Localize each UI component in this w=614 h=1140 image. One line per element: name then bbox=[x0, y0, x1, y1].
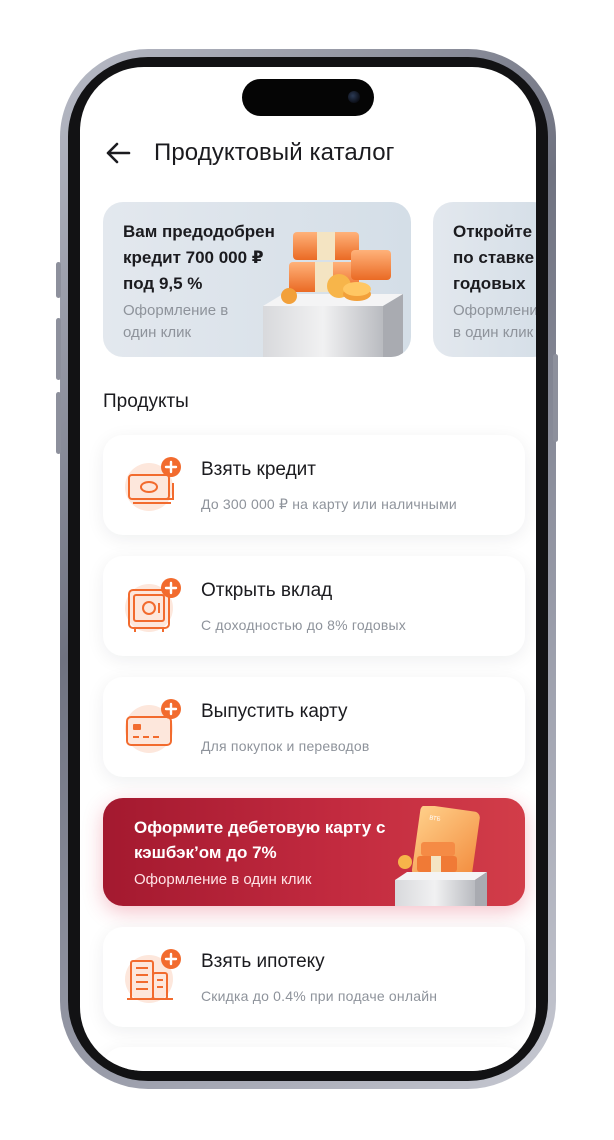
section-title: Продукты bbox=[103, 391, 189, 412]
banner-carousel[interactable]: Вам предодобрен кредит 700 000 ₽ под 9,5… bbox=[103, 202, 536, 357]
dynamic-island bbox=[242, 79, 374, 116]
phone-side-button bbox=[553, 354, 558, 442]
product-card-deposit[interactable]: Открыть вклад С доходностью до 8% годовы… bbox=[103, 556, 525, 656]
cash-plus-icon bbox=[123, 455, 183, 515]
product-subtitle: Скидка до 0.4% при подаче онлайн bbox=[201, 988, 438, 1004]
banner-title: Откройте по ставке годовых bbox=[453, 222, 535, 293]
product-card-card[interactable]: Выпустить карту Для покупок и переводов bbox=[103, 677, 525, 777]
safe-plus-icon bbox=[123, 576, 183, 636]
phone-side-button bbox=[56, 392, 61, 454]
promo-subtitle: Оформление в один клик bbox=[134, 871, 312, 888]
back-arrow-icon[interactable] bbox=[104, 139, 132, 167]
promo-title: Оформите дебетовую карту с кэшбэк’ом до … bbox=[134, 818, 386, 862]
phone-side-button bbox=[56, 262, 61, 298]
header: Продуктовый каталог bbox=[104, 133, 395, 173]
money-stack-illustration bbox=[263, 232, 403, 357]
product-title: Взять ипотеку bbox=[201, 951, 325, 972]
banner-subtitle: Оформление в один клик bbox=[453, 302, 536, 341]
product-subtitle: С доходностью до 8% годовых bbox=[201, 617, 407, 633]
product-title: Выпустить карту bbox=[201, 701, 348, 722]
product-card-loan[interactable]: Взять кредит До 300 000 ₽ на карту или н… bbox=[103, 435, 525, 535]
card-plus-icon bbox=[123, 697, 183, 757]
debit-card-illustration: ВТБ bbox=[395, 806, 487, 906]
product-subtitle: До 300 000 ₽ на карту или наличными bbox=[201, 496, 457, 512]
phone-side-button bbox=[56, 318, 61, 380]
product-title: Открыть вклад bbox=[201, 580, 333, 601]
banner-subtitle: Оформление в один клик bbox=[123, 302, 229, 341]
product-title: Взять кредит bbox=[201, 459, 316, 480]
page-title: Продуктовый каталог bbox=[154, 139, 395, 166]
product-card-mortgage[interactable]: Взять ипотеку Скидка до 0.4% при подаче … bbox=[103, 927, 525, 1027]
product-card-next[interactable] bbox=[103, 1047, 525, 1071]
banner-deposit-offer[interactable]: Откройте по ставке годовых Оформление в … bbox=[433, 202, 536, 357]
building-plus-icon bbox=[123, 947, 183, 1007]
app-screen: Продуктовый каталог Вам предодобрен кред… bbox=[80, 67, 536, 1071]
banner-loan-offer[interactable]: Вам предодобрен кредит 700 000 ₽ под 9,5… bbox=[103, 202, 411, 357]
product-subtitle: Для покупок и переводов bbox=[201, 738, 370, 754]
promo-banner-debit-card[interactable]: Оформите дебетовую карту с кэшбэк’ом до … bbox=[103, 798, 525, 906]
